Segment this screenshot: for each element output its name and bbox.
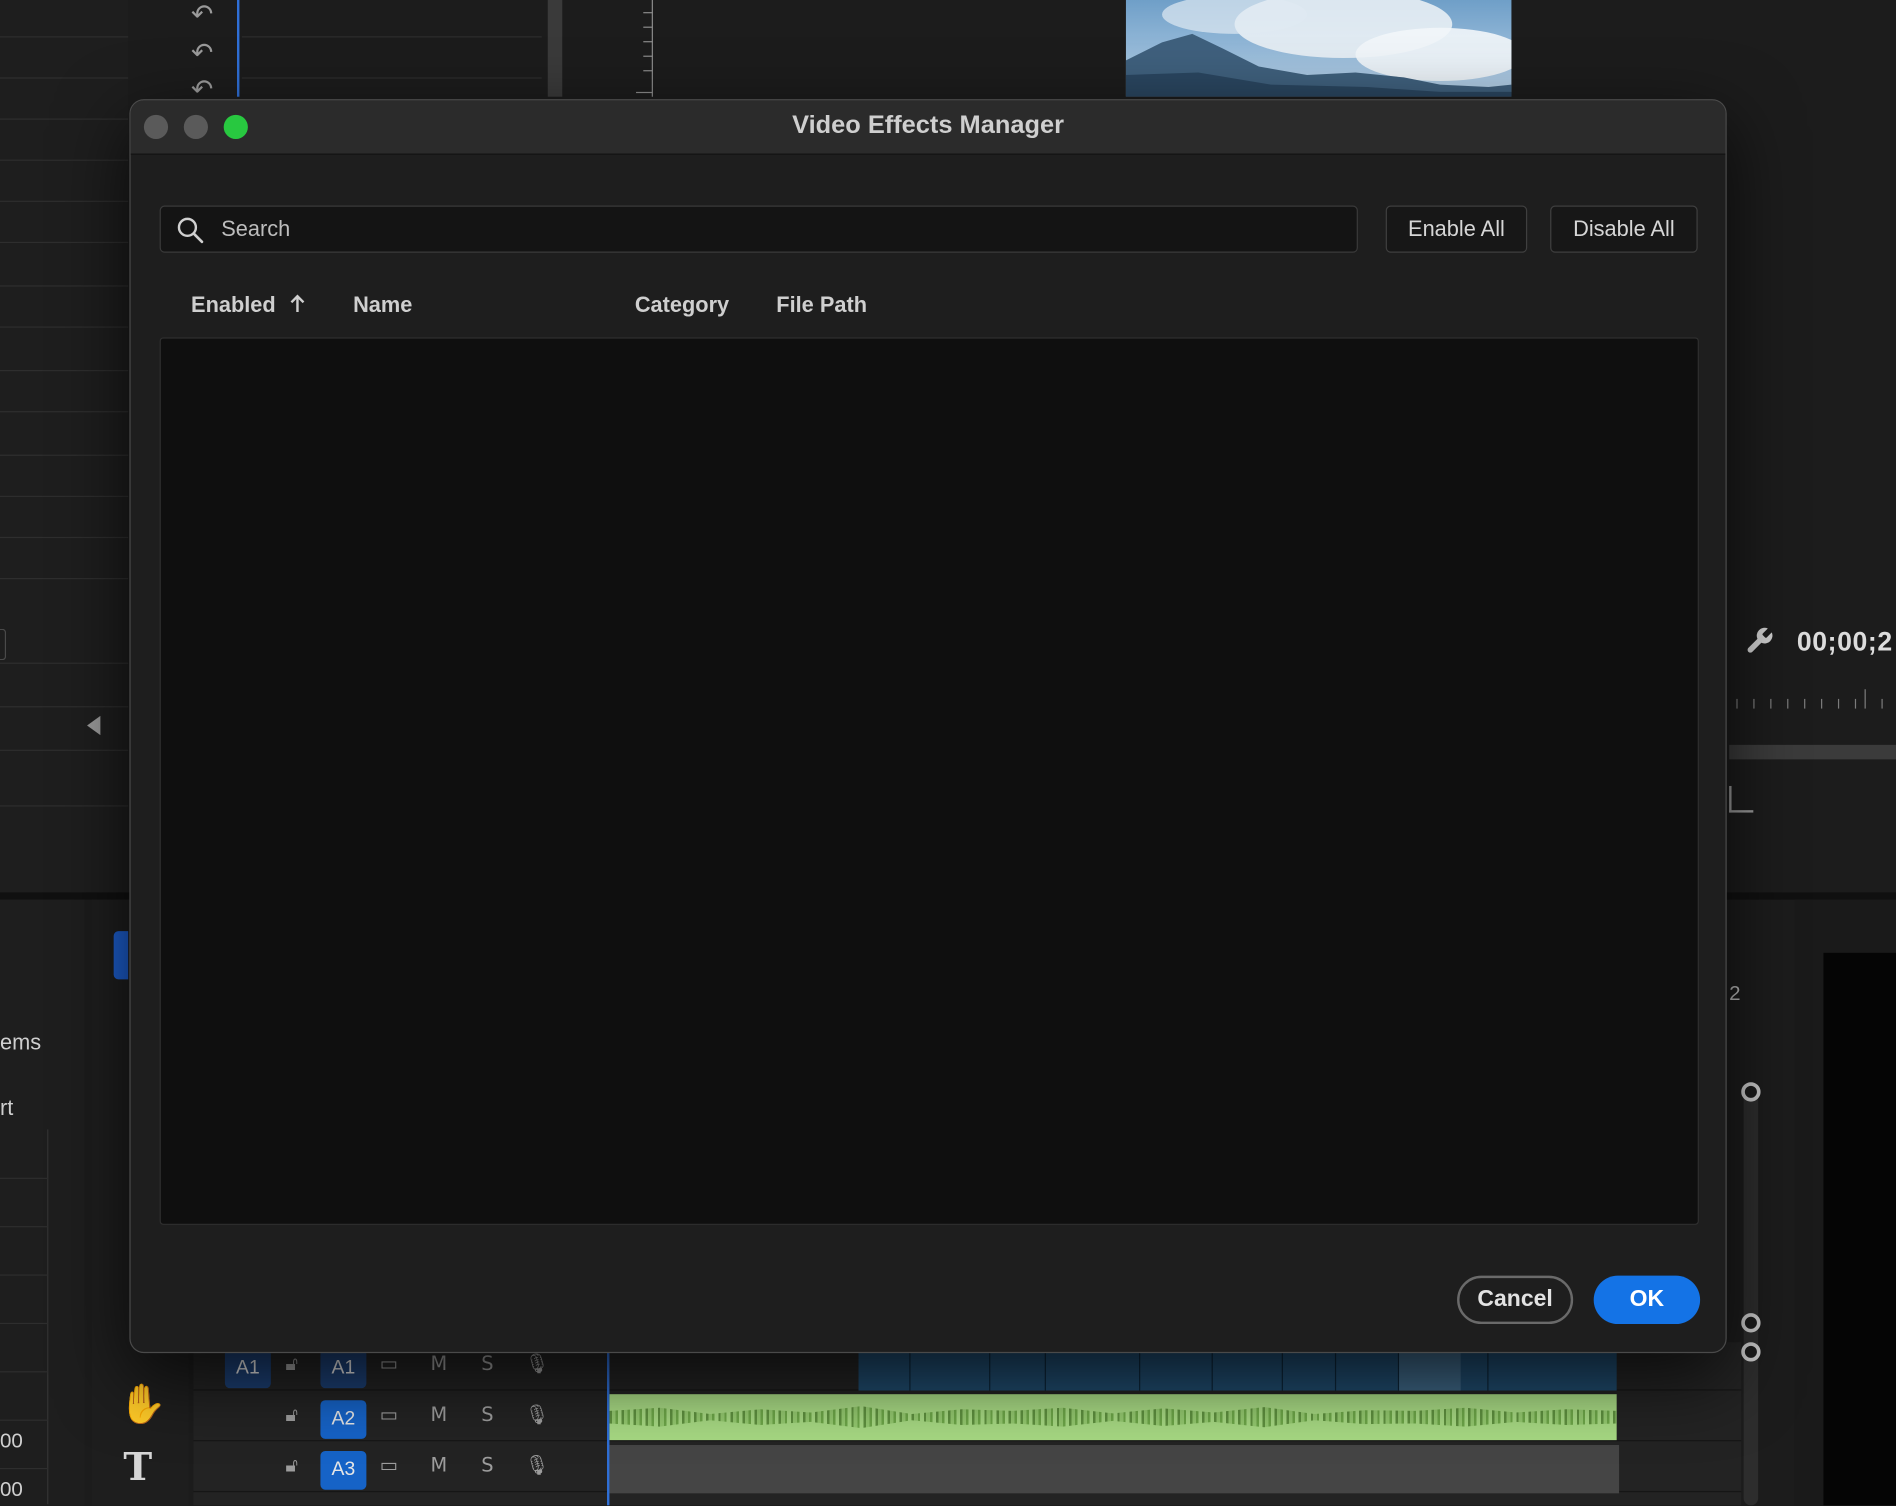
active-panel-tab[interactable] [113,931,129,980]
project-browser: ems rt 00 00 [0,899,85,1506]
play-back-icon[interactable] [87,715,101,736]
lock-icon[interactable]: 🔓︎ [285,1403,298,1427]
arrow-up-icon [290,294,305,312]
column-header-name[interactable]: Name [353,293,412,318]
column-header-category[interactable]: Category [635,293,729,318]
enable-all-button[interactable]: Enable All [1385,205,1528,253]
track-target-a2[interactable]: A2 [320,1400,367,1439]
zoom-scrollbar[interactable] [1729,744,1896,760]
track-target-a3[interactable]: A3 [320,1451,367,1490]
solo-button[interactable]: S [481,1403,493,1426]
undo-icon: ↶ [191,0,214,31]
project-panel [0,0,129,895]
effects-list[interactable] [159,337,1699,1225]
microphone-icon[interactable]: 🎙︎ [525,1352,550,1375]
scrollbar[interactable] [547,0,563,97]
search-icon [177,217,204,244]
column-label: Enabled [191,292,276,317]
search-input[interactable] [221,206,1346,252]
mute-button[interactable]: M [430,1352,447,1375]
hand-tool-icon[interactable]: ✋ [118,1381,166,1427]
panel-label: ems [0,1030,42,1055]
program-monitor-preview [1125,0,1512,97]
history-panel: ↶ ↶ ↶ [181,0,241,105]
disable-all-button[interactable]: Disable All [1550,205,1698,253]
scroll-handle[interactable] [1741,1342,1761,1362]
timeline-ruler [1729,680,1896,714]
app-window: ↶ ↶ ↶ 00;00;2 ems rt 00 00 ✋ T A1 🔓︎ A1 … [0,0,1896,1506]
microphone-icon[interactable]: 🎙︎ [525,1453,550,1476]
dialog-title: Video Effects Manager [792,111,1064,140]
tick-label: 2 [1729,981,1741,1005]
audio-clip[interactable] [609,1394,1617,1441]
mountain-image [1125,0,1512,97]
cancel-button[interactable]: Cancel [1457,1275,1574,1325]
video-effects-manager-dialog: Video Effects Manager Enable All Disable… [129,99,1727,1354]
history-playhead [236,0,240,97]
scroll-handle-top[interactable] [1741,1082,1761,1102]
field-edge [0,628,7,661]
undo-icon: ↶ [191,38,214,69]
solo-button[interactable]: S [481,1352,493,1375]
audio-meter [1823,952,1896,1506]
lock-icon[interactable]: 🔓︎ [285,1352,298,1376]
sync-lock-icon[interactable]: ▭ [380,1403,398,1426]
item-value: 00 [0,1477,23,1501]
column-header-file-path[interactable]: File Path [776,293,867,318]
playhead[interactable] [607,1342,610,1506]
microphone-icon[interactable]: 🎙︎ [525,1403,550,1426]
item-value: 00 [0,1429,23,1453]
sync-lock-icon[interactable]: ▭ [380,1453,398,1476]
type-tool-icon[interactable]: T [123,1444,152,1490]
timecode-display[interactable]: 00;00;2 [1797,626,1893,657]
sync-lock-icon[interactable]: ▭ [380,1352,398,1375]
scroll-handle-bottom[interactable] [1741,1313,1761,1333]
export-frame-icon[interactable] [1729,785,1754,813]
vertical-zoom-scrollbar[interactable] [1741,1082,1761,1506]
mute-button[interactable]: M [430,1453,447,1476]
empty-track-area[interactable] [609,1444,1620,1494]
track-target-a1[interactable]: A1 [320,1349,367,1389]
waveform [609,1406,1617,1429]
video-clip[interactable] [858,1351,1617,1391]
ok-button[interactable]: OK [1593,1275,1701,1325]
source-patch-a1[interactable]: A1 [224,1349,271,1389]
ruler-vertical [619,0,653,97]
wrench-icon[interactable] [1744,625,1775,665]
panel-label: rt [0,1095,14,1120]
dialog-titlebar[interactable]: Video Effects Manager [130,100,1726,155]
column-header-enabled[interactable]: Enabled [191,293,306,318]
solo-button[interactable]: S [481,1453,493,1476]
search-field[interactable] [159,205,1358,253]
lock-icon[interactable]: 🔓︎ [285,1453,298,1477]
mute-button[interactable]: M [430,1403,447,1426]
timeline-tracks: A1 🔓︎ A1 ▭ M S 🎙︎ 🔓︎ A2 ▭ M S 🎙︎ 🔓︎ A3 ▭… [193,1342,1742,1506]
